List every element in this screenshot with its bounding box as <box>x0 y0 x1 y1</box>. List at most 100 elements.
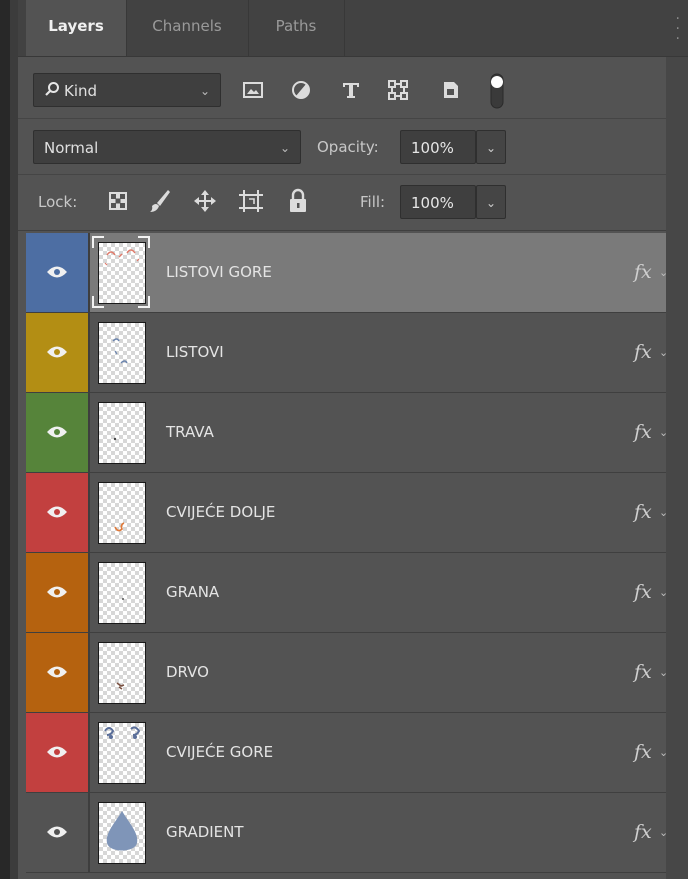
blend-mode-dropdown[interactable]: Normal ⌄ <box>33 130 301 164</box>
eye-icon[interactable] <box>46 824 68 840</box>
layer-color-label <box>26 233 88 312</box>
fx-icon[interactable]: fx <box>634 393 652 472</box>
fill-slider-button[interactable]: ⌄ <box>476 185 506 219</box>
chevron-down-icon[interactable]: ⌄ <box>659 313 668 392</box>
shape-layer-filter-icon[interactable] <box>387 79 409 105</box>
artboard-icon[interactable] <box>238 189 264 217</box>
fill-input[interactable]: 100% <box>400 185 476 219</box>
chevron-down-icon[interactable]: ⌄ <box>659 233 668 312</box>
lock-all-icon[interactable] <box>287 188 309 218</box>
search-icon <box>44 75 60 109</box>
layer-thumbnail[interactable] <box>98 642 146 704</box>
layer-thumbnail[interactable] <box>98 402 146 464</box>
layer-row[interactable]: GRANA fx ⌄ <box>26 553 668 633</box>
fx-icon[interactable]: fx <box>634 713 652 792</box>
eye-icon[interactable] <box>46 584 68 600</box>
layer-row[interactable]: LISTOVI GORE fx ⌄ <box>26 233 668 313</box>
layer-thumbnail[interactable] <box>98 322 146 384</box>
fx-icon[interactable]: fx <box>634 793 652 872</box>
eye-icon[interactable] <box>46 744 68 760</box>
panel-menu-icon[interactable]: · · · <box>676 12 680 46</box>
layer-name[interactable]: CVIJEĆE GORE <box>166 713 273 792</box>
opacity-input[interactable]: 100% <box>400 130 476 164</box>
layer-thumbnail[interactable] <box>98 722 146 784</box>
layer-color-label <box>26 793 88 872</box>
layer-name[interactable]: GRANA <box>166 553 219 632</box>
divider <box>88 313 90 392</box>
layer-thumbnail[interactable] <box>98 242 146 304</box>
fx-icon[interactable]: fx <box>634 233 652 312</box>
fx-icon[interactable]: fx <box>634 553 652 632</box>
chevron-down-icon[interactable]: ⌄ <box>659 553 668 632</box>
eye-icon[interactable] <box>46 504 68 520</box>
layer-name[interactable]: GRADIENT <box>166 793 244 872</box>
layer-color-label <box>26 633 88 712</box>
tab-layers[interactable]: Layers <box>26 0 127 56</box>
eye-icon[interactable] <box>46 264 68 280</box>
layer-row[interactable]: GRADIENT fx ⌄ <box>26 793 668 873</box>
layer-color-label <box>26 393 88 472</box>
tab-paths[interactable]: Paths <box>248 0 345 56</box>
divider <box>88 473 90 552</box>
list-bottom <box>18 873 666 879</box>
chevron-down-icon: ⌄ <box>199 84 210 98</box>
layer-name[interactable]: LISTOVI GORE <box>166 233 272 312</box>
fx-icon[interactable]: fx <box>634 633 652 712</box>
chevron-down-icon: ⌄ <box>279 141 290 155</box>
panel-gutter <box>10 0 18 879</box>
eye-icon[interactable] <box>46 344 68 360</box>
lock-label: Lock: <box>38 193 78 211</box>
layer-name[interactable]: DRVO <box>166 633 209 712</box>
scrollbar-track[interactable] <box>666 0 688 879</box>
layer-thumbnail[interactable] <box>98 802 146 864</box>
layer-name[interactable]: LISTOVI <box>166 313 224 392</box>
layer-name[interactable]: TRAVA <box>166 393 214 472</box>
layer-thumbnail[interactable] <box>98 482 146 544</box>
fx-icon[interactable]: fx <box>634 313 652 392</box>
chevron-down-icon[interactable]: ⌄ <box>659 633 668 712</box>
layer-thumbnail[interactable] <box>98 562 146 624</box>
brush-icon[interactable] <box>148 188 172 218</box>
adjustment-layer-filter-icon[interactable] <box>290 79 312 105</box>
divider <box>88 793 90 872</box>
type-layer-filter-icon[interactable] <box>340 79 362 105</box>
fill-label: Fill: <box>360 193 386 211</box>
chevron-down-icon[interactable]: ⌄ <box>659 473 668 552</box>
divider <box>18 174 666 175</box>
filter-kind-value: Kind <box>44 74 97 109</box>
layer-name[interactable]: CVIJEĆE DOLJE <box>166 473 275 552</box>
divider <box>88 233 90 312</box>
filter-kind-label: Kind <box>64 82 98 100</box>
filter-toggle-icon[interactable] <box>487 72 509 116</box>
divider <box>18 118 666 119</box>
smart-object-filter-icon[interactable] <box>440 79 462 105</box>
chevron-down-icon[interactable]: ⌄ <box>659 713 668 792</box>
chevron-down-icon[interactable]: ⌄ <box>659 793 668 872</box>
move-icon[interactable] <box>193 189 217 217</box>
fx-icon[interactable]: fx <box>634 473 652 552</box>
layer-row[interactable]: CVIJEĆE GORE fx ⌄ <box>26 713 668 793</box>
pixel-layer-filter-icon[interactable] <box>242 79 264 105</box>
chevron-down-icon[interactable]: ⌄ <box>659 393 668 472</box>
divider <box>88 713 90 792</box>
tab-channels[interactable]: Channels <box>126 0 249 56</box>
layer-row[interactable]: CVIJEĆE DOLJE fx ⌄ <box>26 473 668 553</box>
layer-row[interactable]: TRAVA fx ⌄ <box>26 393 668 473</box>
divider <box>88 633 90 712</box>
layer-color-label <box>26 473 88 552</box>
layer-color-label <box>26 553 88 632</box>
layer-row[interactable]: DRVO fx ⌄ <box>26 633 668 713</box>
filter-kind-dropdown[interactable]: Kind ⌄ <box>33 73 221 107</box>
panel-tab-bar: Layers Channels Paths · · · <box>18 0 688 57</box>
layer-color-label <box>26 713 88 792</box>
divider <box>18 230 666 231</box>
layer-row[interactable]: LISTOVI fx ⌄ <box>26 313 668 393</box>
window-edge <box>0 0 10 879</box>
eye-icon[interactable] <box>46 424 68 440</box>
lock-transparent-pixels-icon[interactable] <box>108 191 128 215</box>
opacity-label: Opacity: <box>317 138 379 156</box>
opacity-slider-button[interactable]: ⌄ <box>476 130 506 164</box>
eye-icon[interactable] <box>46 664 68 680</box>
layer-color-label <box>26 313 88 392</box>
divider <box>88 393 90 472</box>
